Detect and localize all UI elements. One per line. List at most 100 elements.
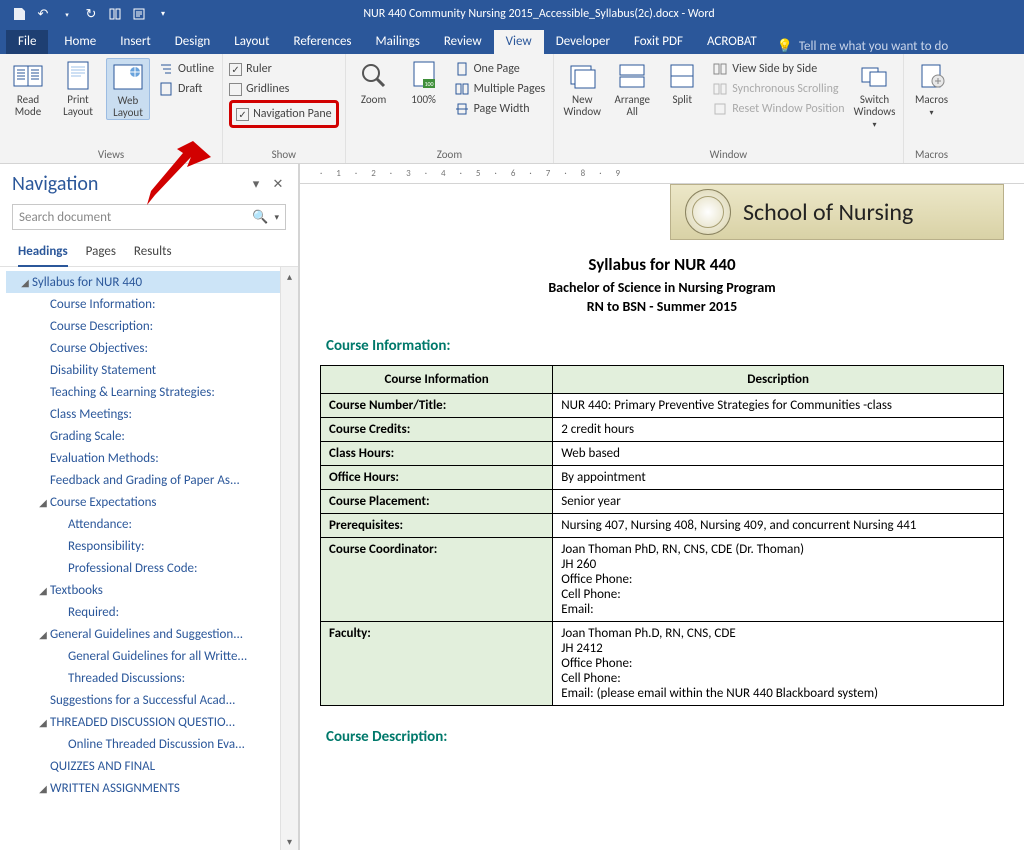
nav-heading-item[interactable]: Required:	[6, 601, 298, 623]
nav-tab-results[interactable]: Results	[134, 238, 172, 266]
nav-tab-pages[interactable]: Pages	[86, 238, 116, 266]
multiple-pages-button[interactable]: Multiple Pages	[452, 80, 548, 98]
nav-heading-item[interactable]: Course Information:	[6, 293, 298, 315]
group-zoom: Zoom 100 100% One Page Multiple Pages Pa…	[346, 54, 555, 163]
table-row: Course Number/Title:NUR 440: Primary Pre…	[321, 394, 1004, 418]
tab-acrobat[interactable]: ACROBAT	[695, 30, 769, 54]
section-course-information: Course Information:	[326, 337, 1004, 355]
gridlines-checkbox[interactable]: Gridlines	[229, 80, 339, 98]
tab-design[interactable]: Design	[163, 30, 222, 54]
nav-heading-item[interactable]: Online Threaded Discussion Eva...	[6, 733, 298, 755]
tab-home[interactable]: Home	[52, 30, 108, 54]
section-course-description: Course Description:	[326, 728, 1004, 746]
nav-heading-item[interactable]: ◢Textbooks	[6, 579, 298, 601]
nav-heading-item[interactable]: Feedback and Grading of Paper As...	[6, 469, 298, 491]
properties-icon[interactable]	[128, 3, 150, 25]
lightbulb-icon: 💡	[777, 39, 793, 54]
syllabus-title: Syllabus for NUR 440	[320, 254, 1004, 275]
new-window-icon	[566, 60, 598, 92]
view-side-by-side-button[interactable]: View Side by Side	[710, 60, 846, 78]
nav-heading-item[interactable]: Grading Scale:	[6, 425, 298, 447]
zoom-100-button[interactable]: 100 100%	[402, 58, 446, 118]
sync-scroll-icon	[712, 81, 728, 97]
title-bar: ↶ ▾ ↻ ▾ NUR 440 Community Nursing 2015_A…	[0, 0, 1024, 28]
nav-heading-item[interactable]: QUIZZES AND FINAL	[6, 755, 298, 777]
nav-heading-item[interactable]: ◢THREADED DISCUSSION QUESTIO...	[6, 711, 298, 733]
tab-view[interactable]: View	[494, 30, 544, 54]
page-width-button[interactable]: Page Width	[452, 100, 548, 118]
touch-mode-icon[interactable]	[104, 3, 126, 25]
nav-heading-item[interactable]: Teaching & Learning Strategies:	[6, 381, 298, 403]
horizontal-ruler[interactable]: · 1 · 2 · 3 · 4 · 5 · 6 · 7 · 8 · 9	[300, 164, 1024, 184]
macros-button[interactable]: Macros▾	[910, 58, 954, 119]
nav-heading-item[interactable]: Professional Dress Code:	[6, 557, 298, 579]
switch-windows-button[interactable]: Switch Windows ▾	[853, 58, 897, 131]
draft-button[interactable]: Draft	[156, 80, 216, 98]
synchronous-scrolling-button: Synchronous Scrolling	[710, 80, 846, 98]
arrange-all-button[interactable]: Arrange All	[610, 58, 654, 131]
quick-access-toolbar: ↶ ▾ ↻ ▾	[0, 3, 174, 25]
scroll-down-icon[interactable]: ▾	[281, 832, 298, 850]
nav-heading-item[interactable]: ◢Course Expectations	[6, 491, 298, 513]
print-layout-icon	[62, 60, 94, 92]
print-layout-button[interactable]: Print Layout	[56, 58, 100, 120]
tab-developer[interactable]: Developer	[544, 30, 622, 54]
nav-scrollbar[interactable]: ▴ ▾	[280, 267, 298, 850]
document-surface[interactable]: · 1 · 2 · 3 · 4 · 5 · 6 · 7 · 8 · 9 Scho…	[300, 164, 1024, 850]
search-icon: 🔍	[252, 210, 268, 225]
nav-heading-item[interactable]: Responsibility:	[6, 535, 298, 557]
zoom-button[interactable]: Zoom	[352, 58, 396, 118]
tab-mailings[interactable]: Mailings	[364, 30, 432, 54]
nav-heading-item[interactable]: Evaluation Methods:	[6, 447, 298, 469]
nav-heading-item[interactable]: Course Objectives:	[6, 337, 298, 359]
nav-heading-item[interactable]: Course Description:	[6, 315, 298, 337]
navigation-pane-checkbox[interactable]: ✓Navigation Pane	[236, 105, 332, 123]
nav-heading-item[interactable]: General Guidelines for all Writte...	[6, 645, 298, 667]
reset-window-position-button: Reset Window Position	[710, 100, 846, 118]
ruler-checkbox[interactable]: ✓Ruler	[229, 60, 339, 78]
outline-icon	[158, 61, 174, 77]
tab-references[interactable]: References	[282, 30, 364, 54]
nav-heading-item[interactable]: Threaded Discussions:	[6, 667, 298, 689]
scroll-up-icon[interactable]: ▴	[281, 267, 298, 285]
table-row: Course Credits:2 credit hours	[321, 418, 1004, 442]
tab-layout[interactable]: Layout	[222, 30, 281, 54]
side-by-side-icon	[712, 61, 728, 77]
redo-icon[interactable]: ↻	[80, 3, 102, 25]
tell-me-search[interactable]: 💡 Tell me what you want to do	[777, 39, 949, 54]
nav-heading-item[interactable]: Disability Statement	[6, 359, 298, 381]
tab-foxit[interactable]: Foxit PDF	[622, 30, 695, 54]
search-dropdown-icon[interactable]: ▾	[274, 212, 279, 223]
nav-heading-item[interactable]: Attendance:	[6, 513, 298, 535]
read-mode-button[interactable]: Read Mode	[6, 58, 50, 120]
undo-dropdown-icon[interactable]: ▾	[56, 3, 78, 25]
table-row: Course Placement:Senior year	[321, 490, 1004, 514]
nav-tab-headings[interactable]: Headings	[18, 238, 68, 267]
web-layout-button[interactable]: Web Layout	[106, 58, 150, 120]
tab-review[interactable]: Review	[432, 30, 494, 54]
nav-heading-item[interactable]: ◢Syllabus for NUR 440	[6, 271, 298, 293]
tab-file[interactable]: File	[6, 30, 48, 54]
table-row: Prerequisites:Nursing 407, Nursing 408, …	[321, 514, 1004, 538]
nav-options-dropdown[interactable]: ▾	[248, 177, 264, 192]
new-window-button[interactable]: New Window	[560, 58, 604, 131]
table-row: Course Coordinator:Joan Thoman PhD, RN, …	[321, 538, 1004, 622]
draft-icon	[158, 81, 174, 97]
one-page-button[interactable]: One Page	[452, 60, 548, 78]
web-layout-icon	[112, 61, 144, 93]
undo-icon[interactable]: ↶	[32, 3, 54, 25]
document-page: School of Nursing Syllabus for NUR 440 B…	[300, 184, 1024, 776]
nav-close-button[interactable]: ✕	[270, 177, 286, 192]
qat-customize-icon[interactable]: ▾	[152, 3, 174, 25]
page-width-icon	[454, 101, 470, 117]
nav-heading-item[interactable]: Class Meetings:	[6, 403, 298, 425]
search-input[interactable]: Search document 🔍 ▾	[12, 204, 286, 230]
save-icon[interactable]	[8, 3, 30, 25]
tab-insert[interactable]: Insert	[108, 30, 163, 54]
outline-button[interactable]: Outline	[156, 60, 216, 78]
nav-heading-item[interactable]: ◢General Guidelines and Suggestion...	[6, 623, 298, 645]
document-heading: Syllabus for NUR 440 Bachelor of Science…	[320, 254, 1004, 315]
nav-heading-item[interactable]: Suggestions for a Successful Acad...	[6, 689, 298, 711]
nav-heading-item[interactable]: ◢WRITTEN ASSIGNMENTS	[6, 777, 298, 799]
split-button[interactable]: Split	[660, 58, 704, 131]
